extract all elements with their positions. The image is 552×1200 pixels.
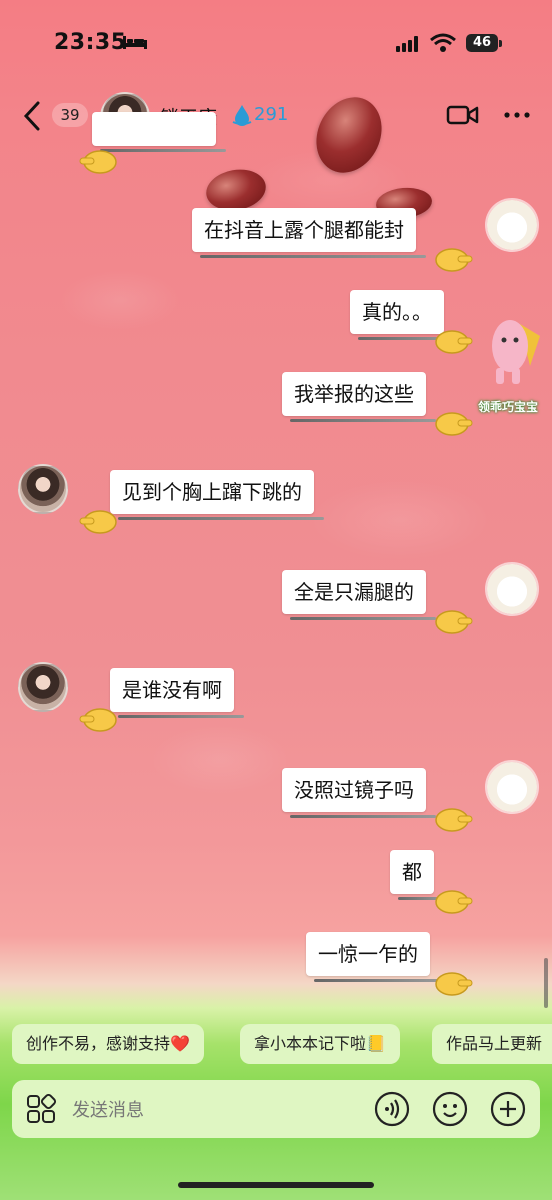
- video-call-icon[interactable]: [446, 102, 480, 128]
- emoji-icon[interactable]: [432, 1091, 468, 1127]
- quick-reply-chip[interactable]: 作品马上更新: [432, 1024, 552, 1064]
- home-indicator[interactable]: [178, 1182, 374, 1188]
- message-bubble[interactable]: 都: [390, 850, 444, 900]
- mascot-avatar[interactable]: [480, 306, 546, 392]
- contact-avatar[interactable]: [18, 662, 68, 712]
- message-text: 没照过镜子吗: [294, 778, 414, 802]
- unread-count-badge[interactable]: 39: [52, 103, 88, 127]
- wifi-icon: [430, 33, 456, 52]
- intimacy-score: 291: [254, 104, 289, 125]
- message-text: 在抖音上露个腿都能封: [204, 218, 404, 242]
- pointing-hand-icon: [435, 412, 473, 436]
- message-text: 全是只漏腿的: [294, 580, 414, 604]
- message-text: 是谁没有啊: [122, 678, 222, 702]
- message-text: 都: [402, 860, 422, 884]
- user-avatar-bunny[interactable]: [487, 200, 537, 250]
- message-text: 见到个胸上蹿下跳的: [122, 480, 302, 504]
- pointing-hand-icon: [79, 510, 117, 534]
- message-bubble[interactable]: 真的。。: [350, 290, 454, 340]
- battery-tip: [499, 40, 502, 47]
- message-bubble[interactable]: 全是只漏腿的: [282, 570, 436, 620]
- message-bubble[interactable]: 在抖音上露个腿都能封: [192, 208, 426, 258]
- message-bubble[interactable]: [92, 112, 226, 152]
- voice-input-icon[interactable]: [374, 1091, 410, 1127]
- user-avatar-bunny[interactable]: [487, 762, 537, 812]
- message-bubble[interactable]: 见到个胸上蹿下跳的: [110, 470, 324, 520]
- cellular-signal-icon: [396, 36, 418, 52]
- message-bubble[interactable]: 没照过镜子吗: [282, 768, 436, 818]
- status-bar: 23:35 46: [0, 0, 552, 80]
- chat-header: 39 锁平康 291: [0, 88, 552, 144]
- background-texture: [0, 0, 552, 1200]
- message-bubble[interactable]: 我举报的这些: [282, 372, 436, 422]
- pointing-hand-icon: [435, 808, 473, 832]
- quick-reply-chip[interactable]: 创作不易，感谢支持❤️: [12, 1024, 204, 1064]
- plus-icon[interactable]: [490, 1091, 526, 1127]
- pointing-hand-icon: [435, 248, 473, 272]
- status-time: 23:35: [54, 30, 127, 55]
- battery-indicator: 46: [466, 34, 498, 52]
- more-options-icon[interactable]: [500, 102, 534, 128]
- contact-avatar[interactable]: [18, 464, 68, 514]
- sleep-focus-icon: [123, 36, 147, 49]
- back-arrow-icon[interactable]: [18, 98, 48, 134]
- pointing-hand-icon: [79, 708, 117, 732]
- quick-reply-chip[interactable]: 拿小本本记下啦📒: [240, 1024, 400, 1064]
- message-bubble[interactable]: 一惊一乍的: [306, 932, 440, 982]
- apps-grid-icon[interactable]: [26, 1094, 56, 1124]
- message-input[interactable]: 发送消息: [72, 1096, 144, 1122]
- scrollbar[interactable]: [544, 958, 548, 1008]
- water-drop-icon: [232, 105, 252, 126]
- message-input-bar: 发送消息: [12, 1080, 540, 1138]
- mascot-label[interactable]: 领乖巧宝宝: [478, 398, 538, 415]
- pointing-hand-icon: [435, 890, 473, 914]
- message-text: 我举报的这些: [294, 382, 414, 406]
- pointing-hand-icon: [435, 972, 473, 996]
- message-bubble[interactable]: 是谁没有啊: [110, 668, 244, 718]
- pointing-hand-icon: [79, 150, 117, 174]
- pointing-hand-icon: [435, 610, 473, 634]
- pointing-hand-icon: [435, 330, 473, 354]
- user-avatar-bunny[interactable]: [487, 564, 537, 614]
- message-text: 真的。。: [362, 300, 432, 324]
- message-text: 一惊一乍的: [318, 942, 418, 966]
